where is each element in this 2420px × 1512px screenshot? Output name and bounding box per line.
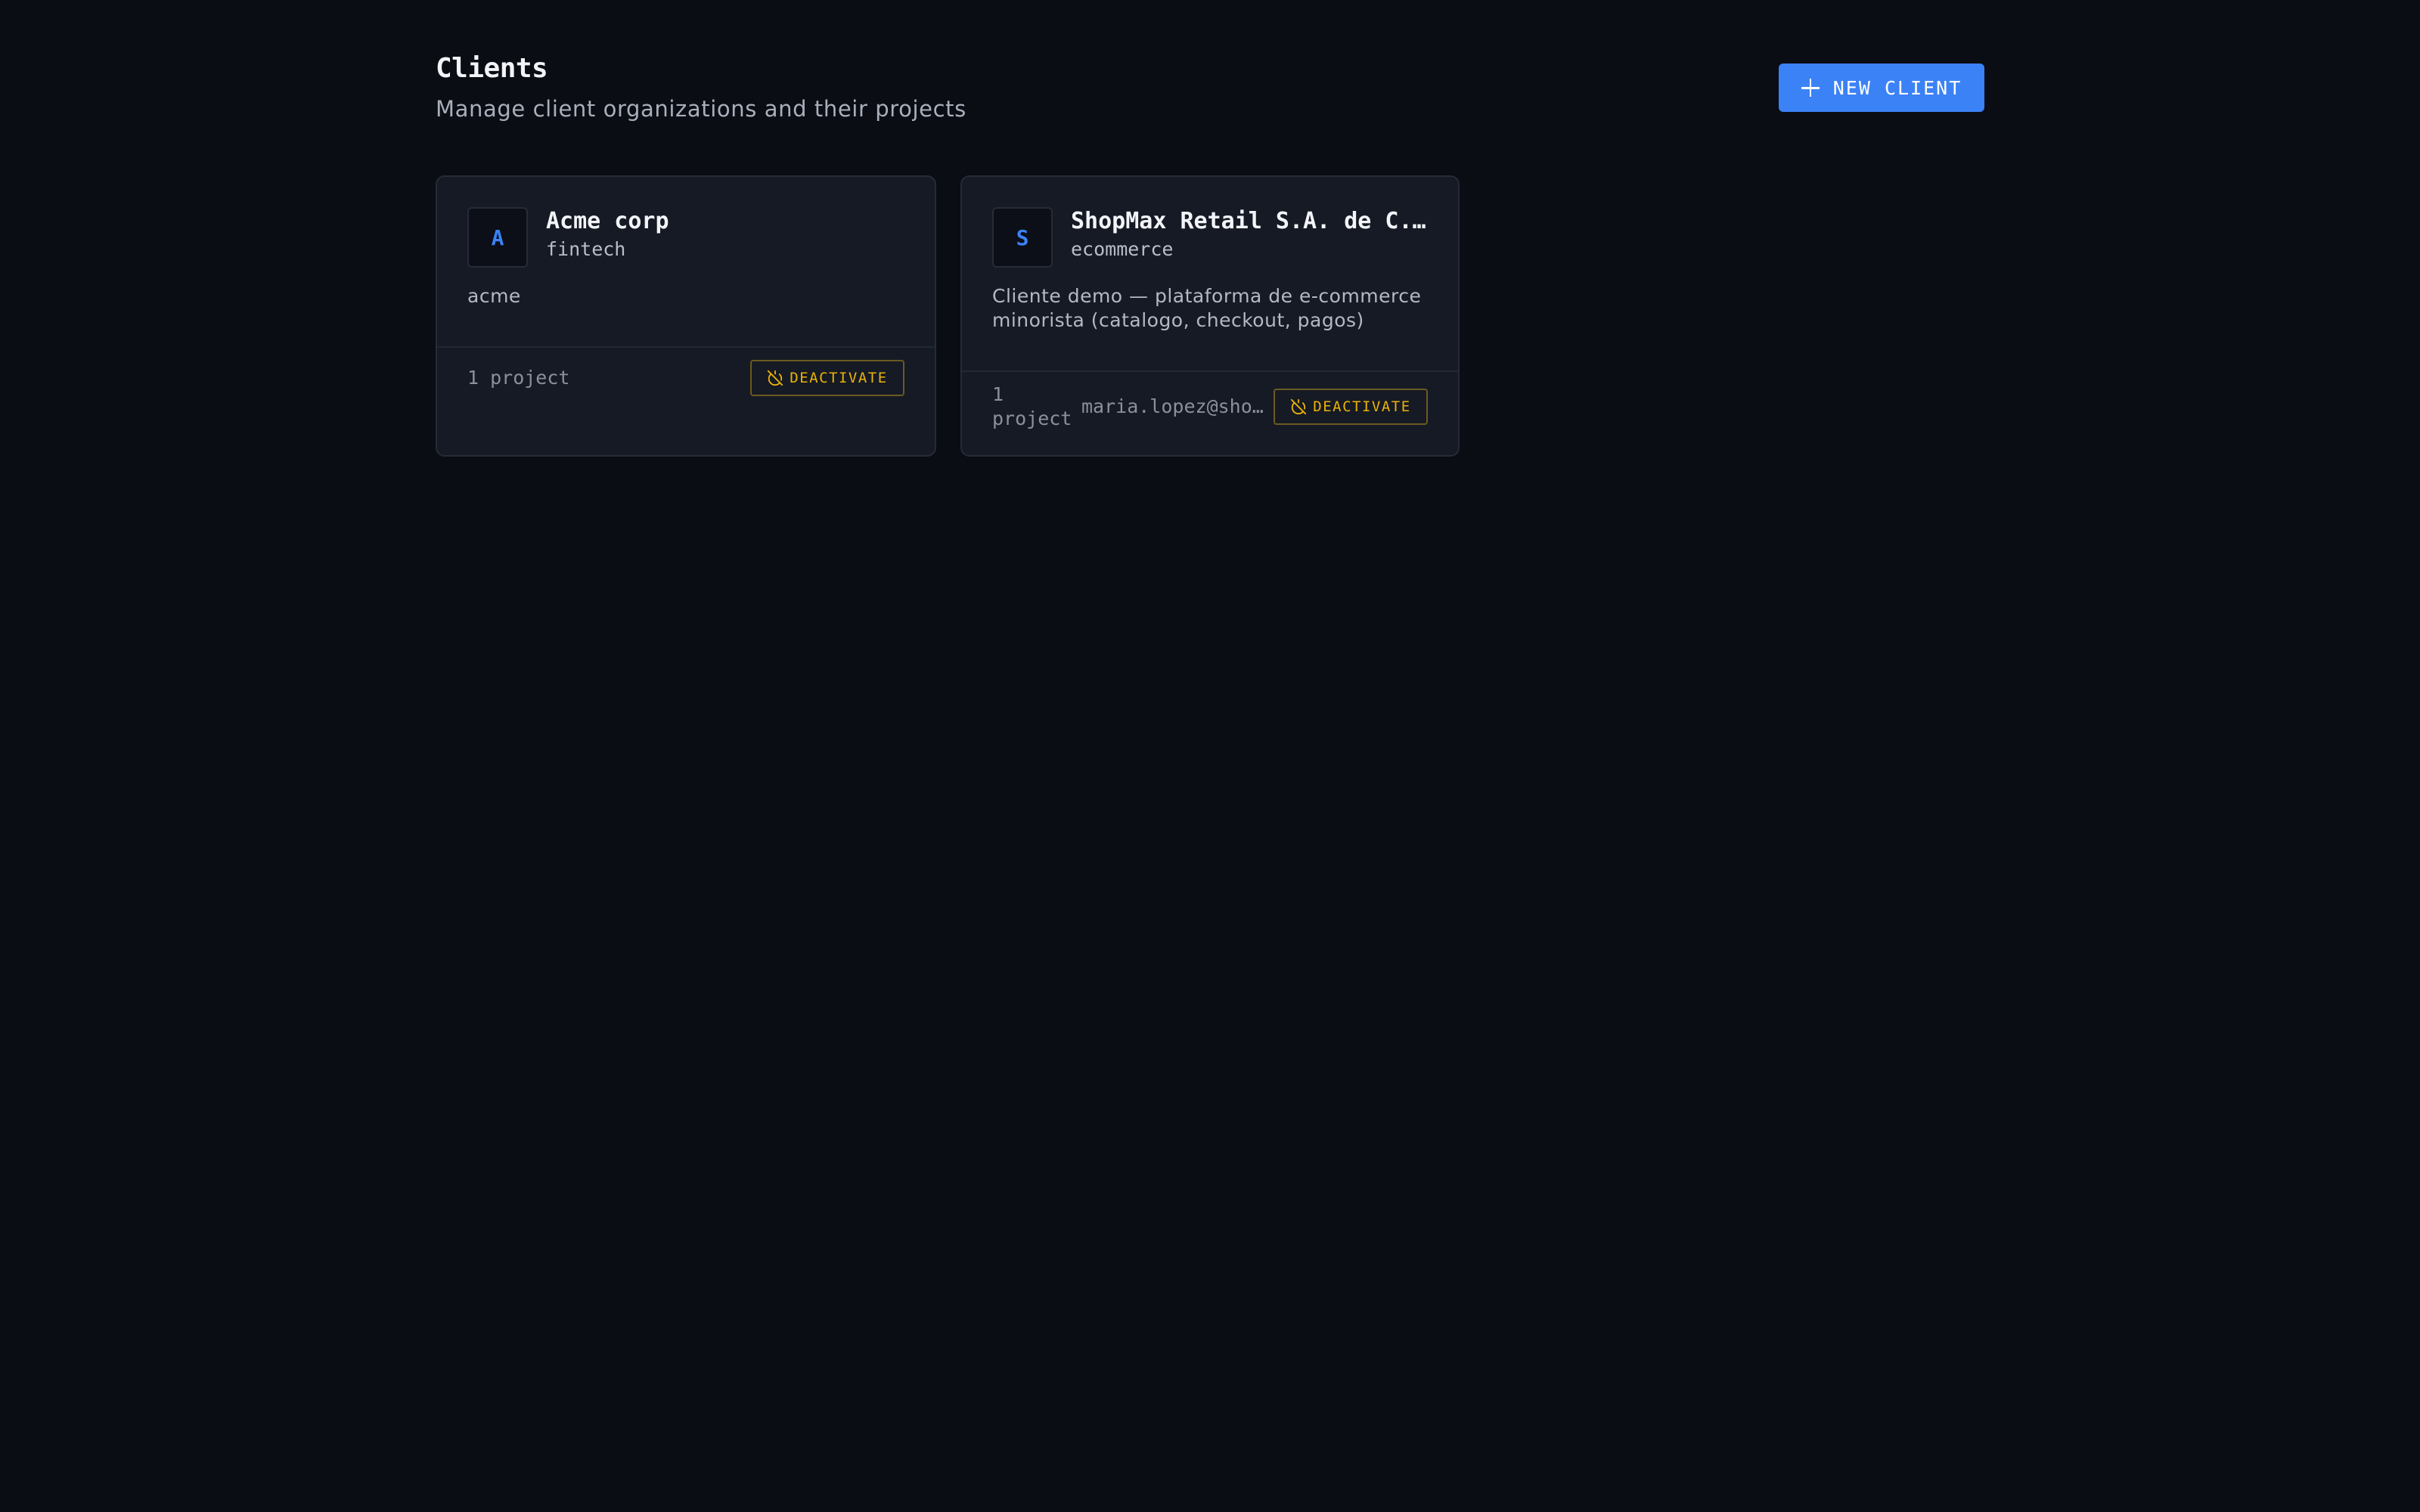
client-description: Cliente demo — plataforma de e-commerce … [992, 285, 1422, 331]
client-card[interactable]: A Acme corp fintech acme 1 project DEACT… [436, 175, 936, 457]
new-client-button[interactable]: NEW CLIENT [1779, 64, 1984, 112]
deactivate-label: DEACTIVATE [790, 370, 888, 386]
client-card[interactable]: S ShopMax Retail S.A. de C.V. ecommerce … [960, 175, 1460, 457]
page-header: Clients Manage client organizations and … [436, 51, 966, 124]
client-industry: fintech [546, 238, 626, 260]
page-title: Clients [436, 53, 548, 84]
power-off-icon [768, 370, 783, 386]
contact-email: maria.lopez@shopmax.mx [1081, 395, 1266, 417]
deactivate-button[interactable]: DEACTIVATE [750, 360, 904, 396]
deactivate-button[interactable]: DEACTIVATE [1274, 389, 1428, 425]
project-count: 1 project [467, 367, 570, 389]
deactivate-label: DEACTIVATE [1313, 398, 1411, 415]
plus-icon [1801, 79, 1820, 97]
client-avatar: A [467, 207, 528, 268]
client-industry: ecommerce [1071, 238, 1174, 260]
power-off-icon [1291, 398, 1307, 415]
client-name: ShopMax Retail S.A. de C.V. [1071, 208, 1428, 234]
page-subtitle: Manage client organizations and their pr… [436, 96, 966, 122]
clients-page: Clients Manage client organizations and … [0, 0, 2420, 1512]
client-avatar: S [992, 207, 1053, 268]
card-divider [962, 370, 1458, 372]
new-client-label: NEW CLIENT [1832, 76, 1962, 99]
card-divider [437, 346, 935, 348]
client-description: acme [467, 285, 521, 307]
project-count: 1 project [992, 383, 1072, 429]
client-name: Acme corp [546, 208, 669, 234]
